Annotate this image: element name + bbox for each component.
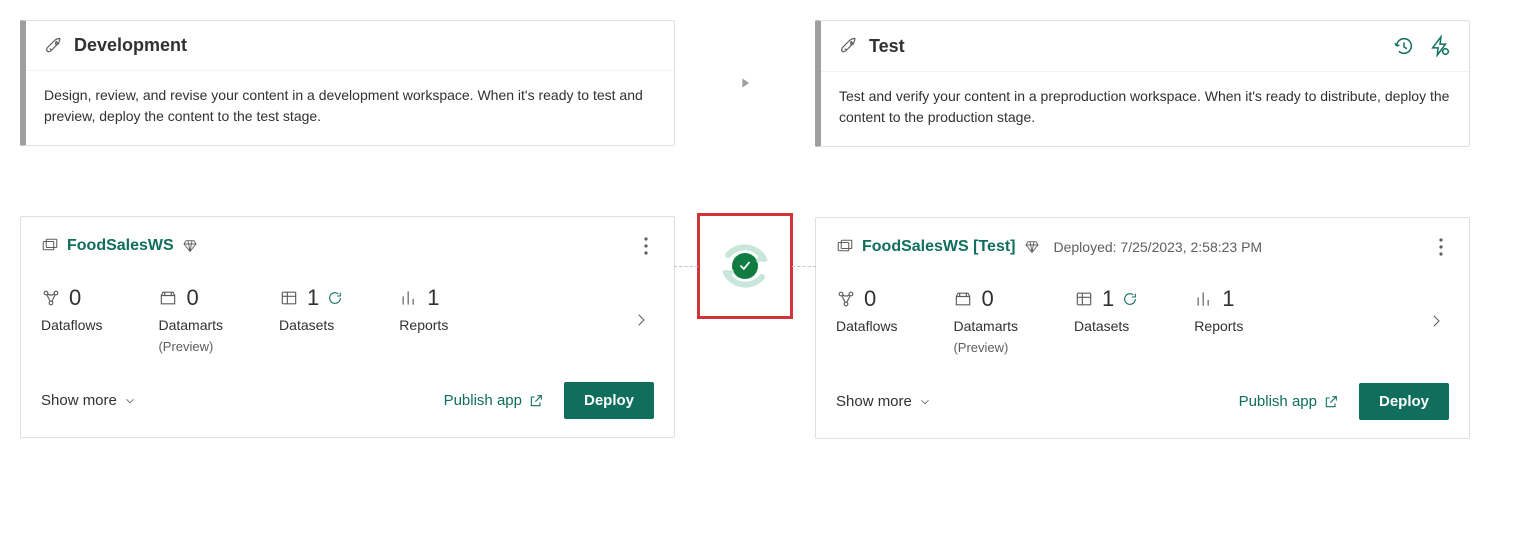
deploy-button[interactable]: Deploy [1359, 383, 1449, 420]
metric-reports: 1 Reports [399, 285, 448, 354]
workspace-header: FoodSalesWS [41, 235, 654, 257]
chevron-down-icon [123, 394, 137, 408]
metrics-row: 0 Dataflows 0 Datamarts (Preview) [41, 285, 654, 354]
reports-icon [1194, 289, 1214, 309]
datamarts-icon [953, 289, 973, 309]
metric-datasets: 1 Datasets [1074, 286, 1138, 355]
stage-gap-column [675, 20, 815, 319]
chevron-down-icon [918, 395, 932, 409]
metric-label: Dataflows [836, 318, 897, 334]
show-more-label: Show more [41, 392, 117, 409]
workspace-footer: Show more Publish app Deploy [41, 382, 654, 419]
stage-title: Development [74, 35, 187, 56]
metric-label: Dataflows [41, 317, 102, 333]
metrics-group: 0 Dataflows 0 Datamarts (Preview) [41, 285, 448, 354]
stage-header-development: Development Design, review, and revise y… [20, 20, 675, 146]
workspace-title-wrap: FoodSalesWS [41, 237, 198, 255]
metric-label: Datasets [1074, 318, 1138, 334]
workspace-card-development: FoodSalesWS 0 Dataflows [20, 216, 675, 438]
sync-status[interactable] [714, 235, 776, 297]
workspace-name-link[interactable]: FoodSalesWS [67, 237, 174, 255]
workspace-title-wrap: FoodSalesWS [Test] Deployed: 7/25/2023, … [836, 238, 1262, 256]
history-icon[interactable] [1393, 35, 1415, 57]
external-link-icon [1323, 394, 1339, 410]
datasets-icon [1074, 289, 1094, 309]
metric-reports: 1 Reports [1194, 286, 1243, 355]
pipeline-stages-row: Development Design, review, and revise y… [20, 20, 1500, 439]
rocket-icon [839, 36, 859, 56]
refresh-icon[interactable] [1122, 291, 1138, 307]
metric-label: Datamarts [953, 318, 1018, 334]
workspace-card-test: FoodSalesWS [Test] Deployed: 7/25/2023, … [815, 217, 1470, 439]
workspace-name-link[interactable]: FoodSalesWS [Test] [862, 238, 1016, 256]
stage-title: Test [869, 36, 905, 57]
refresh-icon[interactable] [327, 290, 343, 306]
show-more-button[interactable]: Show more [836, 393, 932, 410]
metric-dataflows: 0 Dataflows [41, 285, 102, 354]
stage-header-test: Test Test and verify your content in a p… [815, 20, 1470, 147]
diamond-icon [1024, 239, 1040, 255]
workspace-header: FoodSalesWS [Test] Deployed: 7/25/2023, … [836, 236, 1449, 258]
deployed-timestamp: Deployed: 7/25/2023, 2:58:23 PM [1054, 239, 1263, 255]
metric-datamarts: 0 Datamarts (Preview) [953, 286, 1018, 355]
metric-label: Reports [399, 317, 448, 333]
stage-description: Design, review, and revise your content … [26, 71, 674, 145]
metrics-next-button[interactable] [628, 307, 654, 333]
publish-app-label: Publish app [444, 392, 522, 409]
stage-title-wrap: Development [44, 35, 187, 56]
metric-value: 1 [1102, 286, 1114, 312]
metric-label: Datamarts [158, 317, 223, 333]
stage-arrow-icon [737, 75, 753, 91]
stage-test-column: Test Test and verify your content in a p… [815, 20, 1470, 439]
metric-datasets: 1 Datasets [279, 285, 343, 354]
workspace-footer: Show more Publish app Deploy [836, 383, 1449, 420]
footer-actions: Publish app Deploy [444, 382, 654, 419]
more-menu-button[interactable] [1433, 236, 1449, 258]
stage-header-top: Development [26, 21, 674, 71]
publish-app-label: Publish app [1239, 393, 1317, 410]
metric-datamarts: 0 Datamarts (Preview) [158, 285, 223, 354]
stage-header-actions [1393, 35, 1451, 57]
metric-label: Datasets [279, 317, 343, 333]
stage-description: Test and verify your content in a prepro… [821, 72, 1469, 146]
show-more-button[interactable]: Show more [41, 392, 137, 409]
dataflows-icon [41, 288, 61, 308]
metric-value: 1 [307, 285, 319, 311]
show-more-label: Show more [836, 393, 912, 410]
stage-development-column: Development Design, review, and revise y… [20, 20, 675, 438]
reports-icon [399, 288, 419, 308]
sync-arrows-icon [714, 235, 776, 297]
external-link-icon [528, 393, 544, 409]
publish-app-link[interactable]: Publish app [1239, 393, 1339, 410]
stage-title-wrap: Test [839, 36, 905, 57]
rocket-icon [44, 36, 64, 56]
stage-header-top: Test [821, 21, 1469, 72]
dataflows-icon [836, 289, 856, 309]
metric-value: 0 [981, 286, 993, 312]
metrics-group: 0 Dataflows 0 Datamarts (Preview) [836, 286, 1243, 355]
footer-actions: Publish app Deploy [1239, 383, 1449, 420]
metric-value: 0 [186, 285, 198, 311]
diamond-icon [182, 238, 198, 254]
metrics-row: 0 Dataflows 0 Datamarts (Preview) [836, 286, 1449, 355]
metric-label: Reports [1194, 318, 1243, 334]
metrics-next-button[interactable] [1423, 308, 1449, 334]
metric-value: 1 [427, 285, 439, 311]
compare-status-highlight [697, 213, 793, 319]
metric-sublabel: (Preview) [158, 339, 223, 354]
metric-value: 0 [69, 285, 81, 311]
datasets-icon [279, 288, 299, 308]
publish-app-link[interactable]: Publish app [444, 392, 544, 409]
deploy-button[interactable]: Deploy [564, 382, 654, 419]
metric-sublabel: (Preview) [953, 340, 1018, 355]
more-menu-button[interactable] [638, 235, 654, 257]
workspace-icon [41, 237, 59, 255]
metric-dataflows: 0 Dataflows [836, 286, 897, 355]
rules-settings-icon[interactable] [1429, 35, 1451, 57]
metric-value: 0 [864, 286, 876, 312]
datamarts-icon [158, 288, 178, 308]
workspace-icon [836, 238, 854, 256]
metric-value: 1 [1222, 286, 1234, 312]
